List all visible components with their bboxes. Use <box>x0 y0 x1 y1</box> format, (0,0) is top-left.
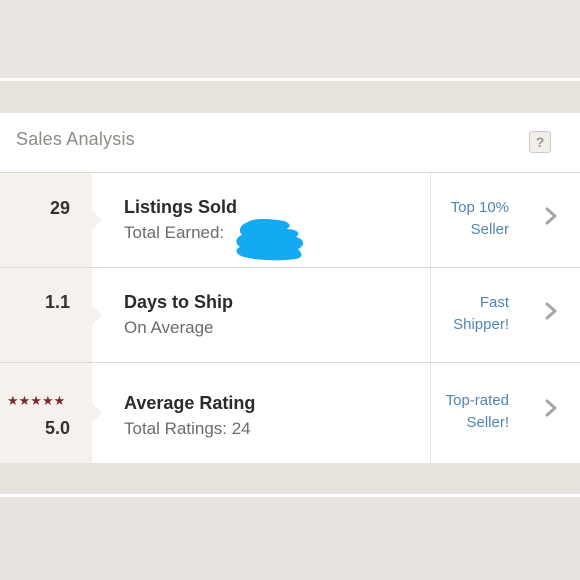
stat-subtitle: On Average <box>124 318 214 337</box>
seller-badge[interactable]: Top 10% Seller <box>451 197 509 241</box>
background-top <box>0 0 580 78</box>
panel-header: Sales Analysis ? <box>0 113 580 173</box>
stat-subtitle: Total Earned: <box>124 223 225 242</box>
shipper-badge[interactable]: Fast Shipper! <box>453 292 509 336</box>
chevron-right-icon[interactable] <box>544 302 558 320</box>
stat-text: Days to Ship On Average <box>124 292 233 338</box>
stat-text: Average Rating Total Ratings: 24 <box>124 393 255 439</box>
sales-analysis-panel: Sales Analysis ? 29 Listings Sold Total … <box>0 113 580 463</box>
background-band <box>0 81 580 113</box>
stat-title: Listings Sold <box>124 197 238 217</box>
chevron-right-icon[interactable] <box>544 399 558 417</box>
stat-value-cell: 29 <box>0 173 102 267</box>
stat-value-cell: ★★★★★ 5.0 <box>0 363 102 463</box>
stat-value-cell: 1.1 <box>0 268 102 362</box>
stat-title: Days to Ship <box>124 292 234 312</box>
badge-cell: Top 10% Seller <box>430 173 530 267</box>
stat-value: 5.0 <box>44 418 70 438</box>
badge-cell: Top-rated Seller! <box>430 363 530 463</box>
question-mark-icon[interactable]: ? <box>529 131 551 153</box>
background-band <box>0 463 580 494</box>
stat-row-days-to-ship[interactable]: 1.1 Days to Ship On Average Fast Shipper… <box>0 268 580 363</box>
panel-title: Sales Analysis <box>16 129 135 149</box>
stat-text: Listings Sold Total Earned: <box>124 197 237 243</box>
stat-subtitle: Total Ratings: 24 <box>124 419 251 438</box>
stat-value: 29 <box>49 198 70 218</box>
stat-row-average-rating[interactable]: ★★★★★ 5.0 Average Rating Total Ratings: … <box>0 363 580 463</box>
badge-cell: Fast Shipper! <box>430 268 530 362</box>
star-rating-icon: ★★★★★ <box>7 393 66 408</box>
chevron-right-icon[interactable] <box>544 207 558 225</box>
top-rated-badge[interactable]: Top-rated Seller! <box>446 390 509 434</box>
redaction-scribble <box>236 219 304 261</box>
stat-title: Average Rating <box>124 393 256 413</box>
stat-value: 1.1 <box>44 292 70 312</box>
background-bottom <box>0 497 580 580</box>
